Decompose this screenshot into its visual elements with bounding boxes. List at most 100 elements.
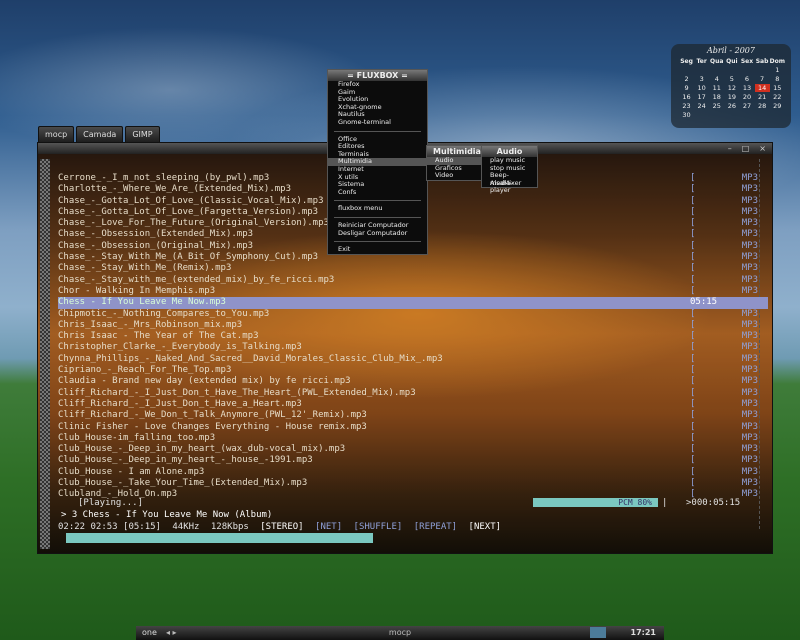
calendar-day[interactable] bbox=[739, 111, 754, 119]
calendar-day[interactable]: 12 bbox=[724, 84, 739, 92]
menu-item[interactable]: Gnome-terminal bbox=[328, 118, 427, 127]
playlist-row[interactable]: Chess - If You Leave Me Now.mp3 05:15 bbox=[58, 297, 768, 309]
playlist-row[interactable]: Club_House-im_falling_too.mp3[MP3 bbox=[58, 433, 768, 444]
track-name: Claudia - Brand new day (extended mix) b… bbox=[58, 376, 351, 387]
calendar-day[interactable]: 26 bbox=[724, 102, 739, 110]
calendar-day[interactable]: 1 bbox=[770, 66, 785, 74]
track-format: MP3 bbox=[741, 387, 758, 398]
minimize-icon[interactable]: – bbox=[728, 144, 732, 153]
calendar-day[interactable] bbox=[724, 66, 739, 74]
calendar-day-header: Ter bbox=[696, 58, 707, 65]
track-name: Chase_-_Gotta_Lot_Of_Love_(Classic_Vocal… bbox=[58, 195, 324, 206]
maximize-icon[interactable]: □ bbox=[742, 144, 750, 153]
calendar-day[interactable]: 13 bbox=[739, 84, 754, 92]
playlist-row[interactable]: Chor - Walking In Memphis.mp3[MP3 bbox=[58, 286, 768, 297]
calendar-day[interactable] bbox=[694, 66, 709, 74]
calendar-day[interactable]: 7 bbox=[755, 75, 770, 83]
calendar-day[interactable] bbox=[694, 111, 709, 119]
pcm-volume-bar[interactable]: PCM 80% bbox=[533, 498, 658, 507]
playlist-row[interactable]: Club_House_-_Take_Your_Time_(Extended_Mi… bbox=[58, 478, 768, 489]
menu-item[interactable]: Confs bbox=[328, 188, 427, 197]
calendar-day[interactable]: 9 bbox=[679, 84, 694, 92]
window-tab-mocp[interactable]: mocp bbox=[38, 126, 75, 142]
menu-item[interactable]: fluxbox menu bbox=[328, 205, 427, 213]
track-format: MP3 bbox=[741, 466, 758, 477]
calendar-day[interactable] bbox=[770, 111, 785, 119]
calendar-day[interactable]: 30 bbox=[679, 111, 694, 119]
calendar-day[interactable]: 17 bbox=[694, 93, 709, 101]
playlist-row[interactable]: Christopher_Clarke_-_Everybody_is_Talkin… bbox=[58, 342, 768, 353]
calendar-day[interactable] bbox=[755, 66, 770, 74]
calendar-day[interactable]: 25 bbox=[709, 102, 724, 110]
playlist-row[interactable]: Cipriano_-_Reach_For_The_Top.mp3[MP3 bbox=[58, 365, 768, 376]
playlist-row[interactable]: Chynna_Phillips_-_Naked_And_Sacred__Davi… bbox=[58, 354, 768, 365]
calendar-day[interactable]: 2 bbox=[679, 75, 694, 83]
progress-bar[interactable] bbox=[66, 533, 373, 543]
calendar-day[interactable]: 5 bbox=[724, 75, 739, 83]
calendar-day[interactable]: 16 bbox=[679, 93, 694, 101]
calendar-day[interactable] bbox=[679, 66, 694, 74]
calendar-day[interactable]: 11 bbox=[709, 84, 724, 92]
calendar-day[interactable] bbox=[739, 66, 754, 74]
tray-icon[interactable] bbox=[590, 627, 606, 638]
close-icon[interactable]: × bbox=[759, 144, 766, 153]
calendar-day[interactable] bbox=[709, 111, 724, 119]
menu-item[interactable]: Exit bbox=[328, 245, 427, 254]
playlist-row[interactable]: Chris Isaac - The Year of The Cat.mp3[MP… bbox=[58, 331, 768, 342]
calendar-day[interactable]: 21 bbox=[755, 93, 770, 101]
playlist-row[interactable]: Chipmotic_-_Nothing_Compares_to_You.mp3[… bbox=[58, 309, 768, 320]
calendar-day[interactable]: 22 bbox=[770, 93, 785, 101]
menu-item[interactable]: Video bbox=[427, 172, 487, 180]
calendar-day[interactable]: 24 bbox=[694, 102, 709, 110]
calendar-day[interactable]: 29 bbox=[770, 102, 785, 110]
calendar-day[interactable]: 15 bbox=[770, 84, 785, 92]
playlist-row[interactable]: Claudia - Brand new day (extended mix) b… bbox=[58, 376, 768, 387]
terminal-scrollbar[interactable] bbox=[40, 159, 50, 549]
playlist-row[interactable]: Cliff_Richard_-_I_Just_Don_t_Have_The_He… bbox=[58, 388, 768, 399]
track-name: Chase_-_Stay_with_me_(extended_mix)_by_f… bbox=[58, 274, 335, 285]
calendar-day[interactable]: 10 bbox=[694, 84, 709, 92]
calendar-day[interactable]: 23 bbox=[679, 102, 694, 110]
track-name: Cliff_Richard_-_I_Just_Don_t_Have_a_Hear… bbox=[58, 398, 302, 409]
track-format: MP3 bbox=[741, 263, 758, 274]
playlist-row[interactable]: Chase_-_Stay_With_Me_(Remix).mp3[MP3 bbox=[58, 263, 768, 274]
track-name: Cliff_Richard_-_I_Just_Don_t_Have_The_He… bbox=[58, 387, 416, 398]
menu-separator bbox=[334, 200, 421, 202]
track-format: MP3 bbox=[741, 444, 758, 455]
window-tab-camada[interactable]: Camada bbox=[76, 126, 124, 142]
calendar-day[interactable]: 19 bbox=[724, 93, 739, 101]
calendar-day[interactable] bbox=[755, 111, 770, 119]
calendar-day[interactable]: 8 bbox=[770, 75, 785, 83]
calendar-day-header: Sex bbox=[740, 58, 754, 65]
calendar-title: Abril - 2007 bbox=[707, 46, 755, 55]
track-format: MP3 bbox=[741, 229, 758, 240]
calendar-day[interactable] bbox=[709, 66, 724, 74]
calendar-day[interactable]: 3 bbox=[694, 75, 709, 83]
multimidia-submenu: Multimidia Audio Graficos Video bbox=[426, 145, 488, 181]
calendar-day[interactable] bbox=[724, 111, 739, 119]
calendar-day[interactable]: 4 bbox=[709, 75, 724, 83]
calendar-day[interactable]: 18 bbox=[709, 93, 724, 101]
calendar-day[interactable]: 14 bbox=[754, 84, 770, 92]
playlist-row[interactable]: Club_House - I am Alone.mp3[MP3 bbox=[58, 467, 768, 478]
menu-item[interactable]: AlsaMixer bbox=[482, 179, 537, 188]
net-flag: [NET] bbox=[315, 522, 343, 532]
calendar-day[interactable]: 28 bbox=[755, 102, 770, 110]
taskbar-window-title[interactable]: mocp bbox=[136, 628, 664, 637]
playlist-row[interactable]: Club_House_-_Deep_in_my_heart_-_house_-1… bbox=[58, 455, 768, 466]
playlist-row[interactable]: Chase_-_Stay_with_me_(extended_mix)_by_f… bbox=[58, 275, 768, 286]
track-format: MP3 bbox=[741, 353, 758, 364]
audio-submenu: Audio play music stop music Beep-media-pla… bbox=[481, 145, 538, 194]
playlist-row[interactable]: Club_House_-_Deep_in_my_heart_(wax_dub-v… bbox=[58, 444, 768, 455]
playlist-row[interactable]: Cliff_Richard_-_I_Just_Don_t_Have_a_Hear… bbox=[58, 399, 768, 410]
calendar-day[interactable]: 20 bbox=[739, 93, 754, 101]
menu-item[interactable]: Desligar Computador bbox=[328, 229, 427, 238]
track-name: Charlotte_-_Where_We_Are_(Extended_Mix).… bbox=[58, 184, 291, 195]
window-tab-gimp[interactable]: GIMP bbox=[125, 126, 160, 142]
playlist-row[interactable]: Clinic Fisher - Love Changes Everything … bbox=[58, 422, 768, 433]
calendar-day[interactable]: 6 bbox=[739, 75, 754, 83]
calendar-day[interactable]: 27 bbox=[739, 102, 754, 110]
playlist-row[interactable]: Chris_Isaac_-_Mrs_Robinson_mix.mp3[MP3 bbox=[58, 320, 768, 331]
playlist-row[interactable]: Cliff_Richard_-_We_Don_t_Talk_Anymore_(P… bbox=[58, 410, 768, 421]
track-name: Club_House_-_Deep_in_my_heart_-_house_-1… bbox=[58, 455, 313, 466]
